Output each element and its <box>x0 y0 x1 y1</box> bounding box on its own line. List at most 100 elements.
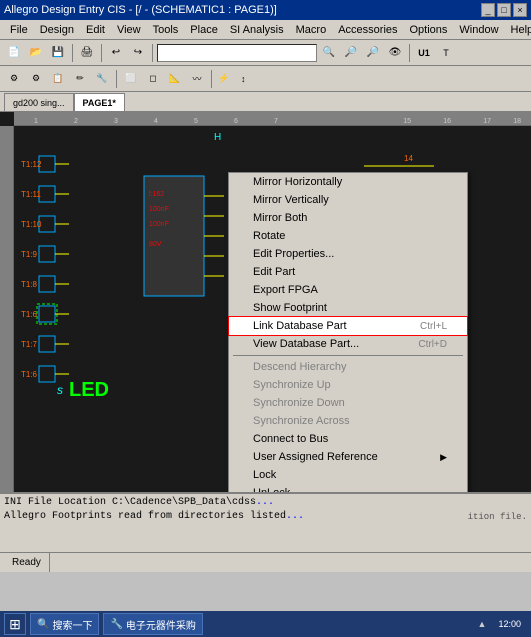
search-icon: 🔍 <box>37 619 49 630</box>
ctx-sync-up: Synchronize Up <box>229 376 467 394</box>
svg-text:s: s <box>57 383 63 397</box>
menu-place[interactable]: Place <box>184 22 224 38</box>
zoom-in-button[interactable]: 🔎 <box>341 43 361 63</box>
tb2-btn1[interactable]: ⚙ <box>4 69 24 89</box>
svg-text:T1:8: T1:8 <box>21 280 38 289</box>
minimize-button[interactable]: _ <box>481 3 495 17</box>
taskbar-clock: 12:00 <box>492 613 527 635</box>
svg-text:100nF: 100nF <box>149 206 169 213</box>
open-button[interactable]: 📂 <box>26 43 46 63</box>
menu-design[interactable]: Design <box>34 22 80 38</box>
menu-file[interactable]: File <box>4 22 34 38</box>
taskbar-right: ▲ 12:00 <box>474 613 527 635</box>
status-bar: Ready <box>0 552 531 572</box>
menu-help[interactable]: Help <box>505 22 531 38</box>
separator-3 <box>152 44 153 62</box>
taskbar-search[interactable]: 🔍 搜索一下 <box>30 613 99 635</box>
tb2-sep2 <box>211 70 212 88</box>
bottom-line-2: Allegro Footprints read from directories… <box>4 510 527 524</box>
ctx-unlock[interactable]: UnLock <box>229 484 467 492</box>
tb2-btn8[interactable]: 📐 <box>165 69 185 89</box>
taskbar-app[interactable]: 🔧 电子元器件采购 <box>103 613 202 635</box>
search-input[interactable] <box>157 44 317 62</box>
svg-text:T1:7: T1:7 <box>21 340 38 349</box>
tab-bar: gd200 sing... PAGE1* <box>0 92 531 112</box>
ctx-connect-bus[interactable]: Connect to Bus <box>229 430 467 448</box>
tb2-btn4[interactable]: ✏ <box>70 69 90 89</box>
tb2-btn3[interactable]: 📋 <box>48 69 68 89</box>
ctx-mirror-h[interactable]: Mirror Horizontally <box>229 173 467 191</box>
menu-window[interactable]: Window <box>453 22 504 38</box>
ctx-descend: Descend Hierarchy <box>229 358 467 376</box>
tab-gd200[interactable]: gd200 sing... <box>4 93 74 111</box>
tb2-sep1 <box>116 70 117 88</box>
menu-options[interactable]: Options <box>404 22 454 38</box>
tb2-btn10[interactable]: ↕ <box>233 69 253 89</box>
svg-text:LED: LED <box>69 379 109 401</box>
ctx-edit-props[interactable]: Edit Properties... <box>229 245 467 263</box>
ctx-lock[interactable]: Lock <box>229 466 467 484</box>
save-button[interactable]: 💾 <box>48 43 68 63</box>
svg-text:H: H <box>214 132 221 143</box>
ctx-user-ref[interactable]: User Assigned Reference ▶ <box>229 448 467 466</box>
separator-1 <box>72 44 73 62</box>
separator-4 <box>409 44 410 62</box>
tool-1[interactable]: U1 <box>414 43 434 63</box>
view-button[interactable]: 👁 <box>385 43 405 63</box>
status-ready: Ready <box>4 553 50 572</box>
menu-edit[interactable]: Edit <box>80 22 111 38</box>
bottom-panel: INI File Location C:\Cadence\SPB_Data\cd… <box>0 492 531 552</box>
tab-page1[interactable]: PAGE1* <box>74 93 125 111</box>
redo-button[interactable]: ↪ <box>128 43 148 63</box>
taskbar-tray[interactable]: ▲ <box>474 613 491 635</box>
ctx-sync-across: Synchronize Across <box>229 412 467 430</box>
start-button[interactable]: ⊞ <box>4 613 26 635</box>
ctx-mirror-v[interactable]: Mirror Vertically <box>229 191 467 209</box>
ruler-horizontal: 1 2 3 4 5 6 7 15 16 17 18 <box>14 112 531 126</box>
ctx-sync-down: Synchronize Down <box>229 394 467 412</box>
undo-button[interactable]: ↩ <box>106 43 126 63</box>
ruler-vertical <box>0 126 14 492</box>
ctx-edit-part[interactable]: Edit Part <box>229 263 467 281</box>
menu-macro[interactable]: Macro <box>290 22 333 38</box>
arrow-icon: ▶ <box>440 452 447 463</box>
ctx-mirror-both[interactable]: Mirror Both <box>229 209 467 227</box>
menu-si-analysis[interactable]: SI Analysis <box>224 22 290 38</box>
print-button[interactable]: 🖨 <box>77 43 97 63</box>
schematic-area: 1 2 3 4 5 6 7 15 16 17 18 T1:12 T1:11 <box>0 112 531 492</box>
zoom-out-button[interactable]: 🔎 <box>363 43 383 63</box>
tb2-btn2[interactable]: ⚙ <box>26 69 46 89</box>
ctx-view-database[interactable]: View Database Part... Ctrl+D <box>229 335 467 353</box>
svg-text:T1:6: T1:6 <box>21 310 38 319</box>
tb2-btn5[interactable]: 🔧 <box>92 69 112 89</box>
tb2-label: ⚡ <box>216 73 231 84</box>
new-button[interactable]: 📄 <box>4 43 24 63</box>
svg-text:80V: 80V <box>149 241 162 248</box>
maximize-button[interactable]: □ <box>497 3 511 17</box>
separator-2 <box>101 44 102 62</box>
toolbar-1: 📄 📂 💾 🖨 ↩ ↪ 🔍 🔎 🔎 👁 U1 T <box>0 40 531 66</box>
close-button[interactable]: × <box>513 3 527 17</box>
svg-text:T1:10: T1:10 <box>21 220 42 229</box>
footprint-link[interactable]: ... <box>286 511 304 522</box>
ctx-link-database[interactable]: Link Database Part Ctrl+L <box>229 317 467 335</box>
svg-text:l:162: l:162 <box>149 191 164 198</box>
ctx-export-fpga[interactable]: Export FPGA <box>229 281 467 299</box>
search-button[interactable]: 🔍 <box>319 43 339 63</box>
ctx-rotate[interactable]: Rotate <box>229 227 467 245</box>
tb2-btn7[interactable]: ◻ <box>143 69 163 89</box>
tb2-btn6[interactable]: ⬜ <box>121 69 141 89</box>
app-icon: 🔧 <box>110 619 122 630</box>
ctx-show-footprint[interactable]: Show Footprint <box>229 299 467 317</box>
menu-bar: File Design Edit View Tools Place SI Ana… <box>0 20 531 40</box>
tb2-btn9[interactable]: 〰 <box>187 69 207 89</box>
bottom-line-1: INI File Location C:\Cadence\SPB_Data\cd… <box>4 496 527 510</box>
menu-view[interactable]: View <box>111 22 147 38</box>
ini-link[interactable]: ... <box>256 497 274 508</box>
toolbar-2: ⚙ ⚙ 📋 ✏ 🔧 ⬜ ◻ 📐 〰 ⚡ ↕ <box>0 66 531 92</box>
menu-accessories[interactable]: Accessories <box>332 22 403 38</box>
tool-2[interactable]: T <box>436 43 456 63</box>
title-bar-buttons: _ □ × <box>481 3 527 17</box>
svg-text:T1:9: T1:9 <box>21 250 38 259</box>
menu-tools[interactable]: Tools <box>147 22 185 38</box>
